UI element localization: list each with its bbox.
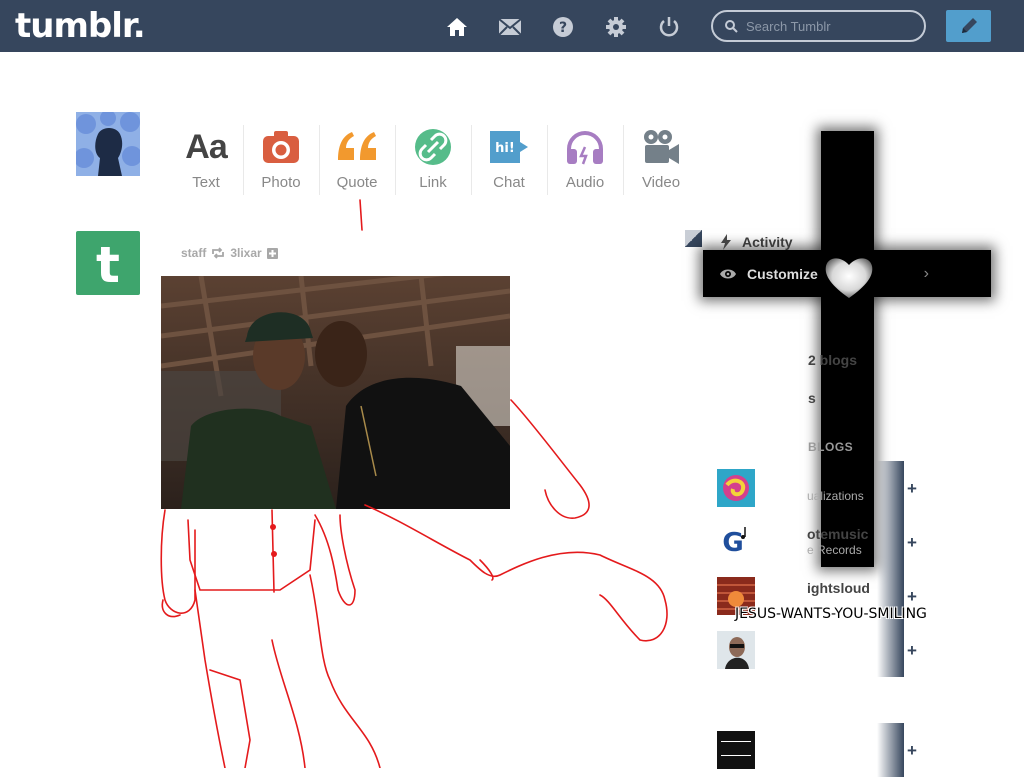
chevron-right-icon: › bbox=[923, 264, 929, 282]
follow-plus-icon[interactable]: + bbox=[907, 533, 917, 553]
recommended-blog[interactable]: + bbox=[717, 723, 917, 777]
tumblr-t-icon: t bbox=[96, 236, 120, 290]
post-type-label: Quote bbox=[336, 174, 378, 191]
post-type-label: Chat bbox=[493, 174, 525, 191]
overlay-caption: JESUS-WANTS-YOU-SMILING bbox=[735, 606, 927, 622]
blog-avatar[interactable] bbox=[717, 631, 755, 669]
fade-overlay bbox=[877, 623, 904, 677]
follow-plus-icon[interactable]: + bbox=[907, 479, 917, 499]
post-type-label: Photo bbox=[261, 174, 301, 191]
post-type-label: Audio bbox=[565, 174, 605, 191]
gear-icon[interactable] bbox=[604, 15, 628, 39]
tumblr-logo[interactable]: tumblr. bbox=[15, 6, 146, 46]
blog-avatar[interactable] bbox=[717, 469, 755, 507]
post-photo[interactable] bbox=[161, 276, 510, 509]
heart-icon bbox=[825, 258, 873, 298]
post-type-photo[interactable]: Photo bbox=[243, 128, 319, 191]
eye-icon bbox=[720, 269, 736, 278]
chat-icon: hi! bbox=[471, 128, 547, 166]
sidebar-activity[interactable]: Activity bbox=[720, 234, 793, 250]
post-corner-fold bbox=[685, 230, 702, 247]
post-author-avatar[interactable]: t bbox=[76, 231, 140, 295]
follow-plus-icon[interactable]: + bbox=[907, 587, 917, 607]
reblog-icon bbox=[212, 247, 225, 259]
quote-icon bbox=[319, 128, 395, 166]
post-type-chat[interactable]: hi! Chat bbox=[471, 128, 547, 191]
fade-overlay bbox=[877, 461, 904, 515]
sidebar-likes[interactable]: s bbox=[808, 390, 816, 406]
post-type-audio[interactable]: Audio bbox=[547, 128, 623, 191]
mail-icon[interactable] bbox=[498, 15, 522, 39]
sidebar-blogs-count[interactable]: 2 blogs bbox=[808, 352, 857, 368]
svg-text:?: ? bbox=[559, 20, 567, 36]
sidebar-customize-label: Customize bbox=[747, 265, 818, 282]
blog-name: otemusic bbox=[807, 526, 869, 542]
fade-overlay bbox=[877, 723, 904, 777]
post-author-link[interactable]: staff bbox=[181, 246, 206, 260]
text-icon: Aa bbox=[185, 127, 227, 166]
compose-button[interactable] bbox=[946, 10, 991, 42]
post-type-video[interactable]: Video bbox=[623, 128, 699, 191]
help-icon[interactable]: ? bbox=[551, 15, 575, 39]
svg-text:G: G bbox=[722, 528, 743, 558]
post-header: staff 3lixar bbox=[181, 246, 278, 260]
lightning-icon bbox=[721, 234, 731, 250]
reblogged-from-link[interactable]: 3lixar bbox=[230, 246, 261, 260]
blog-avatar[interactable] bbox=[717, 731, 755, 769]
headphones-icon bbox=[547, 128, 623, 166]
search-icon bbox=[725, 19, 738, 33]
post-type-quote[interactable]: Quote bbox=[319, 128, 395, 191]
follow-plus-icon[interactable]: + bbox=[907, 741, 917, 761]
sidebar-activity-label: Activity bbox=[742, 234, 793, 250]
post-type-link[interactable]: Link bbox=[395, 128, 471, 191]
blog-subtitle: ualizations bbox=[807, 489, 864, 503]
blog-name: ightsloud bbox=[807, 580, 870, 596]
power-icon[interactable] bbox=[657, 15, 681, 39]
camera-icon bbox=[243, 128, 319, 166]
search-input[interactable] bbox=[746, 18, 916, 34]
fade-overlay bbox=[877, 515, 904, 569]
video-camera-icon bbox=[623, 128, 699, 166]
post-type-label: Text bbox=[192, 174, 220, 191]
top-navigation-bar: tumblr. ? bbox=[0, 0, 1024, 52]
post-type-label: Link bbox=[419, 174, 447, 191]
svg-text:hi!: hi! bbox=[495, 141, 515, 156]
recommended-blog[interactable]: + bbox=[717, 623, 917, 677]
svg-text:t: t bbox=[96, 236, 120, 290]
follow-plus-icon[interactable]: + bbox=[907, 641, 917, 661]
search-bar[interactable] bbox=[711, 10, 926, 42]
blog-avatar[interactable]: G bbox=[717, 523, 755, 561]
follow-plus-icon[interactable] bbox=[266, 247, 278, 259]
link-icon bbox=[395, 128, 471, 166]
recommended-blog[interactable]: G otemusic e Records + bbox=[717, 515, 917, 569]
home-icon[interactable] bbox=[445, 15, 469, 39]
recommended-blogs-header: BLOGS bbox=[808, 440, 854, 454]
blog-subtitle: e Records bbox=[807, 543, 862, 557]
post-type-label: Video bbox=[641, 174, 681, 191]
recommended-blog[interactable]: ualizations + bbox=[717, 461, 917, 515]
post-type-text[interactable]: Aa Text bbox=[168, 127, 244, 192]
pencil-icon bbox=[961, 18, 977, 33]
user-avatar[interactable] bbox=[76, 112, 140, 176]
